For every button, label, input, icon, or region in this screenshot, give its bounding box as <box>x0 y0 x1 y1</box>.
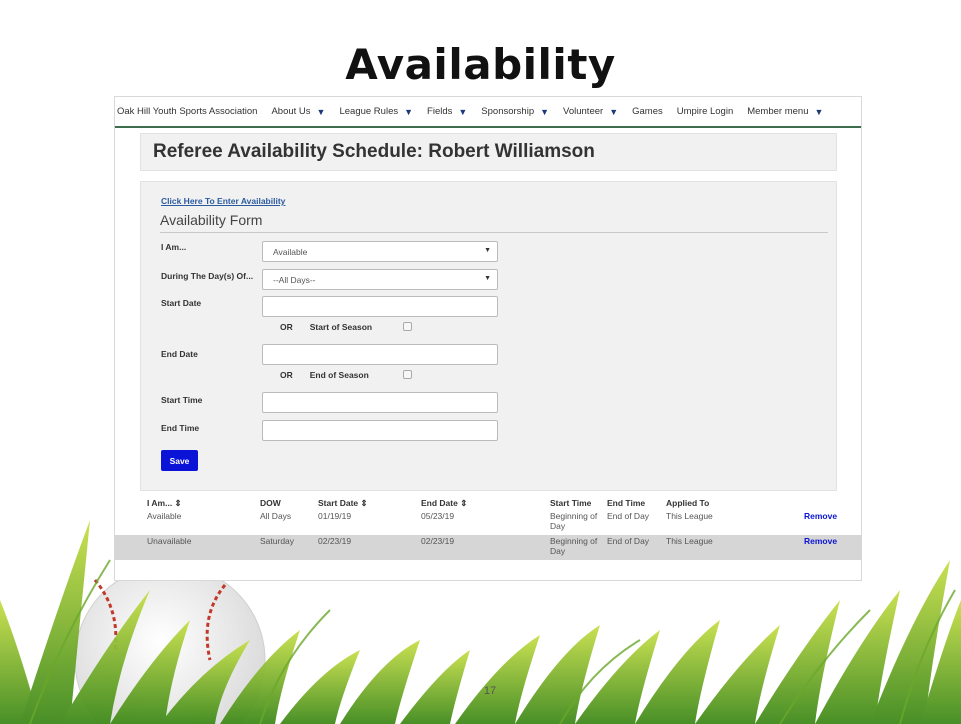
caret-down-icon: ▼ <box>316 106 326 117</box>
end-time-label: End Time <box>161 423 200 433</box>
cell-start-date: 01/19/19 <box>318 511 352 521</box>
cell-applied-to: This League <box>666 511 713 521</box>
col-dow: DOW <box>260 498 281 508</box>
nav-item-league-rules[interactable]: League Rules ▼ <box>339 106 413 117</box>
chevron-down-icon: ▼ <box>484 275 491 282</box>
slide-title: Availability <box>345 40 616 89</box>
i-am-label: I Am... <box>161 242 187 252</box>
cell-end-date: 05/23/19 <box>421 511 455 521</box>
cell-start-time: Beginning of Day <box>550 536 598 556</box>
col-start-time: Start Time <box>550 498 592 508</box>
remove-link[interactable]: Remove <box>804 511 837 521</box>
table-row: Available All Days 01/19/19 05/23/19 Beg… <box>115 510 861 535</box>
caret-down-icon: ▼ <box>814 106 824 117</box>
start-time-label: Start Time <box>161 395 203 405</box>
end-date-label: End Date <box>161 349 198 359</box>
availability-form: Click Here To Enter Availability Availab… <box>140 181 837 491</box>
nav-item-volunteer[interactable]: Volunteer ▼ <box>563 106 618 117</box>
divider <box>160 232 828 233</box>
slide-number: 17 <box>483 685 497 697</box>
nav-item-umpire-login[interactable]: Umpire Login <box>677 106 734 117</box>
cell-dow: Saturday <box>260 536 295 546</box>
cell-start-date: 02/23/19 <box>318 536 352 546</box>
col-start-date[interactable]: Start Date ⇕ <box>318 498 368 508</box>
slide: Availability Oak Hill Youth Sports Assoc… <box>0 0 961 724</box>
col-end-date[interactable]: End Date ⇕ <box>421 498 467 508</box>
remove-link[interactable]: Remove <box>804 536 837 546</box>
start-date-label: Start Date <box>161 298 202 308</box>
screenshot-panel: Oak Hill Youth Sports Association About … <box>114 96 862 581</box>
days-select[interactable]: --All Days-- ▼ <box>262 269 498 290</box>
col-applied-to: Applied To <box>666 498 710 508</box>
start-of-season-checkbox[interactable] <box>403 322 412 331</box>
enter-availability-link[interactable]: Click Here To Enter Availability <box>161 196 285 206</box>
form-heading: Availability Form <box>160 212 263 228</box>
nav-item-fields[interactable]: Fields ▼ <box>427 106 467 117</box>
availability-table: I Am... ⇕ DOW Start Date ⇕ End Date ⇕ St… <box>115 497 861 560</box>
save-button[interactable]: Save <box>161 450 198 471</box>
caret-down-icon: ▼ <box>404 106 414 117</box>
nav-item-about-us[interactable]: About Us ▼ <box>271 106 325 117</box>
caret-down-icon: ▼ <box>540 106 550 117</box>
cell-end-date: 02/23/19 <box>421 536 455 546</box>
caret-down-icon: ▼ <box>609 106 619 117</box>
end-of-season-row: OR End of Season <box>280 370 369 380</box>
cell-status: Unavailable <box>147 536 192 546</box>
nav-item-member-menu[interactable]: Member menu ▼ <box>747 106 823 117</box>
end-date-input[interactable] <box>262 344 498 365</box>
table-header: I Am... ⇕ DOW Start Date ⇕ End Date ⇕ St… <box>115 497 861 510</box>
table-row: Unavailable Saturday 02/23/19 02/23/19 B… <box>115 535 861 560</box>
end-of-season-checkbox[interactable] <box>403 370 412 379</box>
page-header: Referee Availability Schedule: Robert Wi… <box>140 133 837 171</box>
start-of-season-row: OR Start of Season <box>280 322 373 332</box>
cell-applied-to: This League <box>666 536 713 546</box>
days-label: During The Day(s) Of... <box>161 271 254 281</box>
i-am-select[interactable]: Available ▼ <box>262 241 498 262</box>
col-end-time: End Time <box>607 498 646 508</box>
nav-item-games[interactable]: Games <box>632 106 663 117</box>
start-date-input[interactable] <box>262 296 498 317</box>
page-title: Referee Availability Schedule: Robert Wi… <box>153 141 595 162</box>
cell-end-time: End of Day <box>607 511 650 521</box>
cell-status: Available <box>147 511 182 521</box>
cell-end-time: End of Day <box>607 536 650 546</box>
caret-down-icon: ▼ <box>458 106 468 117</box>
cell-start-time: Beginning of Day <box>550 511 598 531</box>
top-navbar: Oak Hill Youth Sports Association About … <box>115 97 861 128</box>
nav-item-sponsorship[interactable]: Sponsorship ▼ <box>481 106 549 117</box>
chevron-down-icon: ▼ <box>484 247 491 254</box>
end-time-input[interactable] <box>262 420 498 441</box>
nav-item-home[interactable]: Oak Hill Youth Sports Association <box>117 106 257 117</box>
col-i-am[interactable]: I Am... ⇕ <box>147 498 182 508</box>
cell-dow: All Days <box>260 511 292 521</box>
start-time-input[interactable] <box>262 392 498 413</box>
